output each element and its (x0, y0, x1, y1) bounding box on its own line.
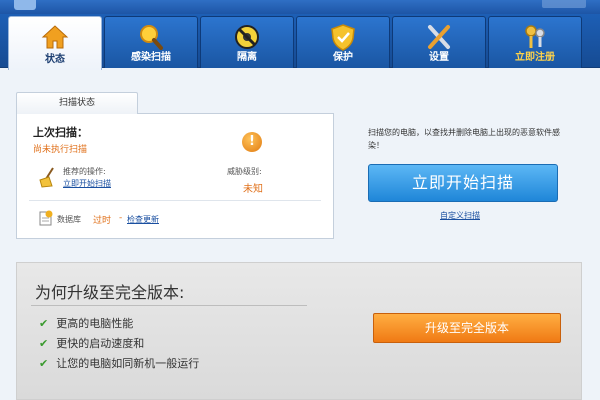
benefit-text: 更快的启动速度和 (56, 337, 145, 350)
benefit-item: ✔ 让您的电脑如同新机一般运行 (39, 355, 199, 371)
check-icon: ✔ (39, 337, 49, 350)
benefit-item: ✔ 更高的电脑性能 (39, 315, 133, 331)
benefit-item: ✔ 更快的启动速度和 (39, 335, 144, 351)
upgrade-panel: 为何升级至完全版本: ✔ 更高的电脑性能 ✔ 更快的启动速度和 ✔ 让您的电脑如同新机… (16, 262, 582, 400)
magnifier-icon (140, 25, 163, 50)
tab-settings[interactable]: 设置 (392, 16, 486, 68)
title-bar (0, 0, 600, 14)
tab-label: 感染扫描 (131, 52, 171, 63)
tab-label: 隔离 (237, 52, 257, 63)
tab-label: 保护 (333, 52, 353, 63)
last-scan-status: 尚未执行扫描 (33, 145, 88, 155)
check-updates-link[interactable]: 检查更新 (127, 214, 159, 225)
broom-icon (39, 167, 54, 188)
tab-quarantine[interactable]: 隔离 (200, 16, 294, 68)
scan-description: 扫描您的电脑，以查找并删除电脑上出现的恶意软件感染！ (368, 128, 560, 150)
benefit-text: 更高的电脑性能 (56, 317, 134, 330)
upgrade-title: 为何升级至完全版本: (35, 283, 185, 302)
tab-label: 状态 (45, 54, 65, 65)
benefit-text: 让您的电脑如同新机一般运行 (56, 357, 200, 370)
database-status: 过时 (93, 216, 112, 226)
app-logo-icon (14, 0, 36, 10)
scan-status-body: 上次扫描： 尚未执行扫描 ! 推荐的操作: 立即开始扫描 威胁级别: 未知 数据… (16, 113, 334, 239)
custom-scan-link[interactable]: 自定义扫描 (440, 210, 480, 221)
shield-icon (331, 24, 355, 51)
database-separator: - (119, 213, 123, 223)
database-label: 数据库 (57, 215, 81, 224)
tab-protection[interactable]: 保护 (296, 16, 390, 68)
tab-infection-scan[interactable]: 感染扫描 (104, 16, 198, 68)
tools-icon (428, 25, 450, 49)
scan-status-tab[interactable]: 扫描状态 (16, 92, 138, 114)
upgrade-button[interactable]: 升级至完全版本 (373, 313, 561, 343)
tab-label: 设置 (429, 52, 449, 63)
start-scan-button[interactable]: 立即开始扫描 (368, 164, 558, 202)
recommended-action-label: 推荐的操作: (63, 167, 106, 176)
keys-icon (525, 25, 545, 48)
check-icon: ✔ (39, 357, 49, 370)
threat-level-value: 未知 (243, 184, 263, 195)
house-icon (41, 25, 69, 49)
main-nav: 状态 感染扫描 隔离 保护 设置 立即注册 (0, 14, 600, 70)
start-scan-link[interactable]: 立即开始扫描 (63, 178, 111, 189)
tab-status[interactable]: 状态 (8, 16, 102, 70)
divider (29, 200, 321, 201)
help-menu[interactable] (542, 0, 586, 8)
tab-label: 立即注册 (515, 52, 555, 63)
tab-register[interactable]: 立即注册 (488, 16, 582, 68)
database-icon (39, 210, 53, 226)
divider (31, 305, 307, 306)
check-icon: ✔ (39, 317, 49, 330)
warning-icon: ! (242, 132, 262, 152)
scan-status-panel: 扫描状态 上次扫描： 尚未执行扫描 ! 推荐的操作: 立即开始扫描 威胁级别: … (16, 92, 334, 240)
no-virus-icon (235, 25, 259, 49)
last-scan-title: 上次扫描： (33, 126, 88, 139)
threat-level-label: 威胁级别: (227, 167, 262, 176)
